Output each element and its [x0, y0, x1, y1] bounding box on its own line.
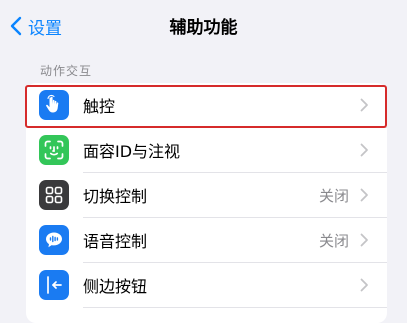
touch-label: 触控	[83, 97, 116, 116]
face-id-attention-label: 面容ID与注视	[83, 142, 181, 161]
switch-control-label: 切换控制	[83, 187, 148, 206]
chevron-right-icon	[360, 278, 368, 292]
voice-control-row[interactable]: 语音控制 关闭	[26, 218, 387, 262]
face-id-attention-row[interactable]: 面容ID与注视	[26, 128, 387, 172]
side-button-label: 侧边按钮	[83, 277, 148, 296]
side-button-icon	[39, 270, 69, 300]
voice-control-icon	[39, 225, 69, 255]
side-button-row[interactable]: 侧边按钮	[26, 263, 387, 307]
voice-control-label: 语音控制	[83, 232, 148, 251]
voice-control-value: 关闭	[318, 231, 349, 250]
switch-control-row[interactable]: 切换控制 关闭	[26, 173, 387, 217]
page-title: 辅助功能	[169, 18, 238, 38]
row-divider	[83, 307, 387, 308]
chevron-right-icon	[360, 188, 368, 202]
touch-row[interactable]: 触控	[26, 83, 387, 127]
switch-control-value: 关闭	[318, 186, 349, 205]
face-id-icon	[39, 135, 69, 165]
switch-control-icon	[39, 180, 69, 210]
chevron-right-icon	[360, 143, 368, 157]
hand-pointer-icon	[39, 90, 69, 120]
settings-group: 触控 面容ID与注视 切换控制 关闭 语音控制 关闭 侧边按钮	[26, 83, 387, 323]
chevron-right-icon	[360, 98, 368, 112]
chevron-right-icon	[360, 233, 368, 247]
navigation-bar: 设置 辅助功能	[0, 0, 407, 52]
section-header: 动作交互	[40, 64, 93, 78]
